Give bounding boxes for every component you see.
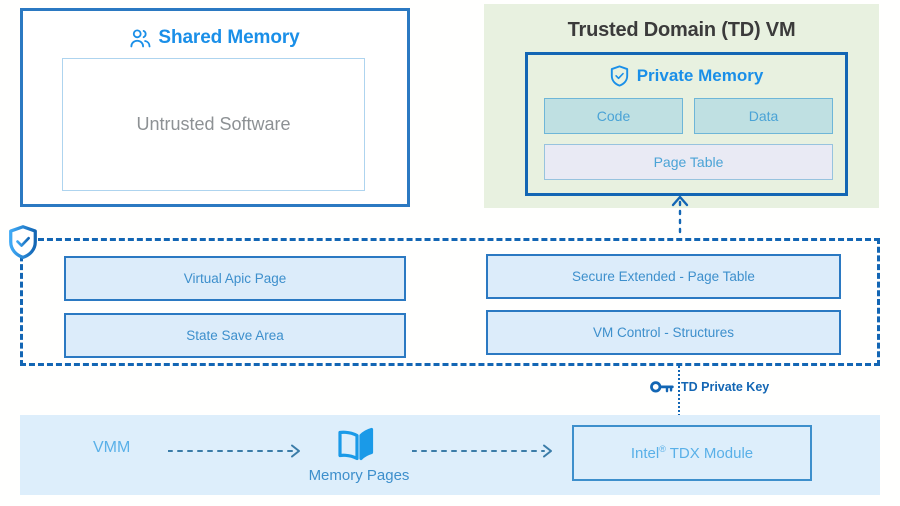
private-memory-box: Private Memory Code Data Page Table [525,52,848,196]
intel-tdx-module-label-registered: ® [659,444,666,454]
intel-tdx-module-label: Intel® TDX Module [631,444,753,462]
private-memory-cell-data: Data [694,98,833,134]
td-private-key-label: TD Private Key [681,380,770,394]
flow-arrow-memory-pages-to-tdx-module-icon [412,444,552,458]
shared-memory-title: Shared Memory [158,27,300,48]
secure-region-box-virtual-apic-page-label: Virtual Apic Page [183,271,287,286]
users-icon [130,28,151,48]
private-memory-cell-data-label: Data [748,108,779,124]
secure-region-box-vm-control-structures: VM Control - Structures [486,310,841,355]
secure-region-box-secure-extended-page-table-label: Secure Extended - Page Table [572,269,755,284]
open-book-icon [337,425,381,463]
private-memory-cell-page-table: Page Table [544,144,833,180]
flow-arrow-vmm-to-memory-pages-icon [168,444,300,458]
shared-memory-header: Shared Memory [23,27,407,49]
private-memory-cell-code-label: Code [596,108,631,124]
untrusted-software-box: Untrusted Software [62,58,365,191]
private-memory-cell-code: Code [544,98,683,134]
private-memory-header: Private Memory [528,65,845,87]
secure-region-box-virtual-apic-page: Virtual Apic Page [64,256,406,301]
private-memory-title: Private Memory [636,66,764,85]
shield-check-icon [610,65,629,87]
shield-check-icon [9,225,37,259]
trusted-domain-vm-title: Trusted Domain (TD) VM [567,19,796,41]
secure-region-box-vm-control-structures-label: VM Control - Structures [592,325,735,340]
memory-pages-group: Memory Pages [300,425,418,484]
intel-tdx-module-label-main: Intel [630,445,660,462]
key-icon [650,380,674,394]
secure-region-box-state-save-area: State Save Area [64,313,406,358]
intel-tdx-module-box: Intel® TDX Module [572,425,812,481]
td-private-key-group: TD Private Key [650,380,769,394]
secure-region-box-state-save-area-label: State Save Area [186,328,284,343]
secure-region-box-secure-extended-page-table: Secure Extended - Page Table [486,254,841,299]
tdx-architecture-diagram: Shared Memory Untrusted Software Trusted… [0,0,900,506]
memory-pages-label: Memory Pages [308,467,410,484]
private-memory-cell-page-table-label: Page Table [653,154,724,170]
intel-tdx-module-label-rest: TDX Module [665,445,754,462]
untrusted-software-label: Untrusted Software [136,114,291,134]
td-vm-uplink-arrow-icon [671,195,689,240]
vmm-label: VMM [93,439,131,456]
